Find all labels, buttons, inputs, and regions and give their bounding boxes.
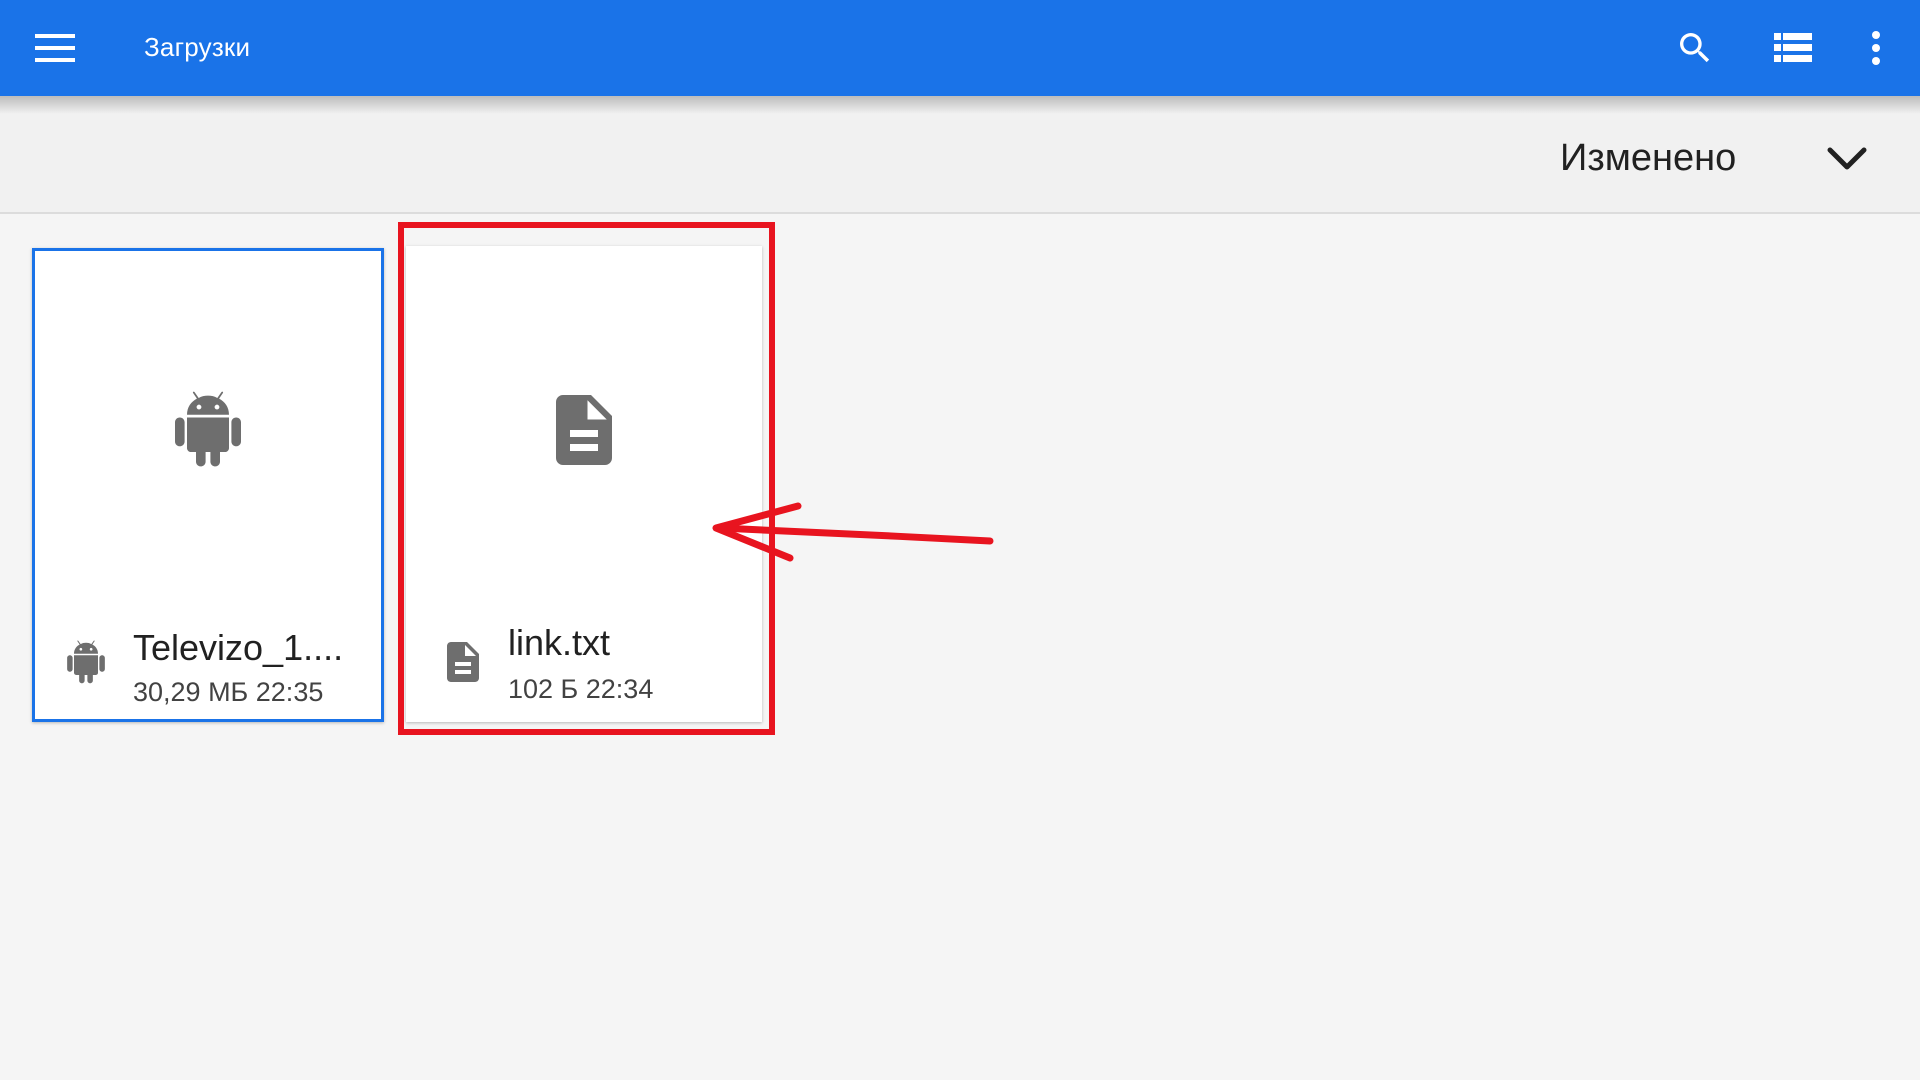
- more-options-button[interactable]: [1852, 24, 1900, 72]
- more-vert-icon: [1872, 31, 1880, 65]
- file-details: 102 Б 22:34: [508, 674, 654, 704]
- file-type-icon: [442, 638, 484, 686]
- android-icon: [175, 391, 241, 467]
- search-button[interactable]: [1671, 24, 1719, 72]
- document-icon: [556, 395, 612, 465]
- hamburger-menu-icon: [35, 34, 75, 62]
- app-bar: Загрузки: [0, 0, 1920, 96]
- file-thumbnail: [35, 381, 381, 481]
- android-icon: [67, 640, 105, 684]
- sort-label: Изменено: [1560, 136, 1737, 179]
- chevron-down-icon: [1827, 147, 1867, 170]
- file-card-link-txt[interactable]: link.txt 102 Б 22:34: [406, 246, 762, 722]
- file-name: link.txt: [508, 622, 611, 663]
- file-type-icon: [65, 639, 107, 687]
- menu-button[interactable]: [30, 24, 80, 72]
- document-icon: [447, 642, 479, 682]
- sort-dropdown[interactable]: Изменено: [1560, 134, 1867, 182]
- list-view-button[interactable]: [1769, 24, 1817, 72]
- list-view-icon: [1774, 33, 1812, 62]
- search-icon: [1680, 33, 1710, 63]
- file-details: 30,29 МБ 22:35: [133, 677, 324, 707]
- page-title: Загрузки: [144, 32, 251, 62]
- file-thumbnail: [406, 380, 762, 480]
- file-name: Televizo_1....: [133, 627, 344, 668]
- file-card-televizo[interactable]: Televizo_1.... 30,29 МБ 22:35: [32, 248, 384, 722]
- sort-bar: Изменено: [0, 96, 1920, 214]
- file-grid: Televizo_1.... 30,29 МБ 22:35 link.txt 1…: [0, 216, 1920, 1080]
